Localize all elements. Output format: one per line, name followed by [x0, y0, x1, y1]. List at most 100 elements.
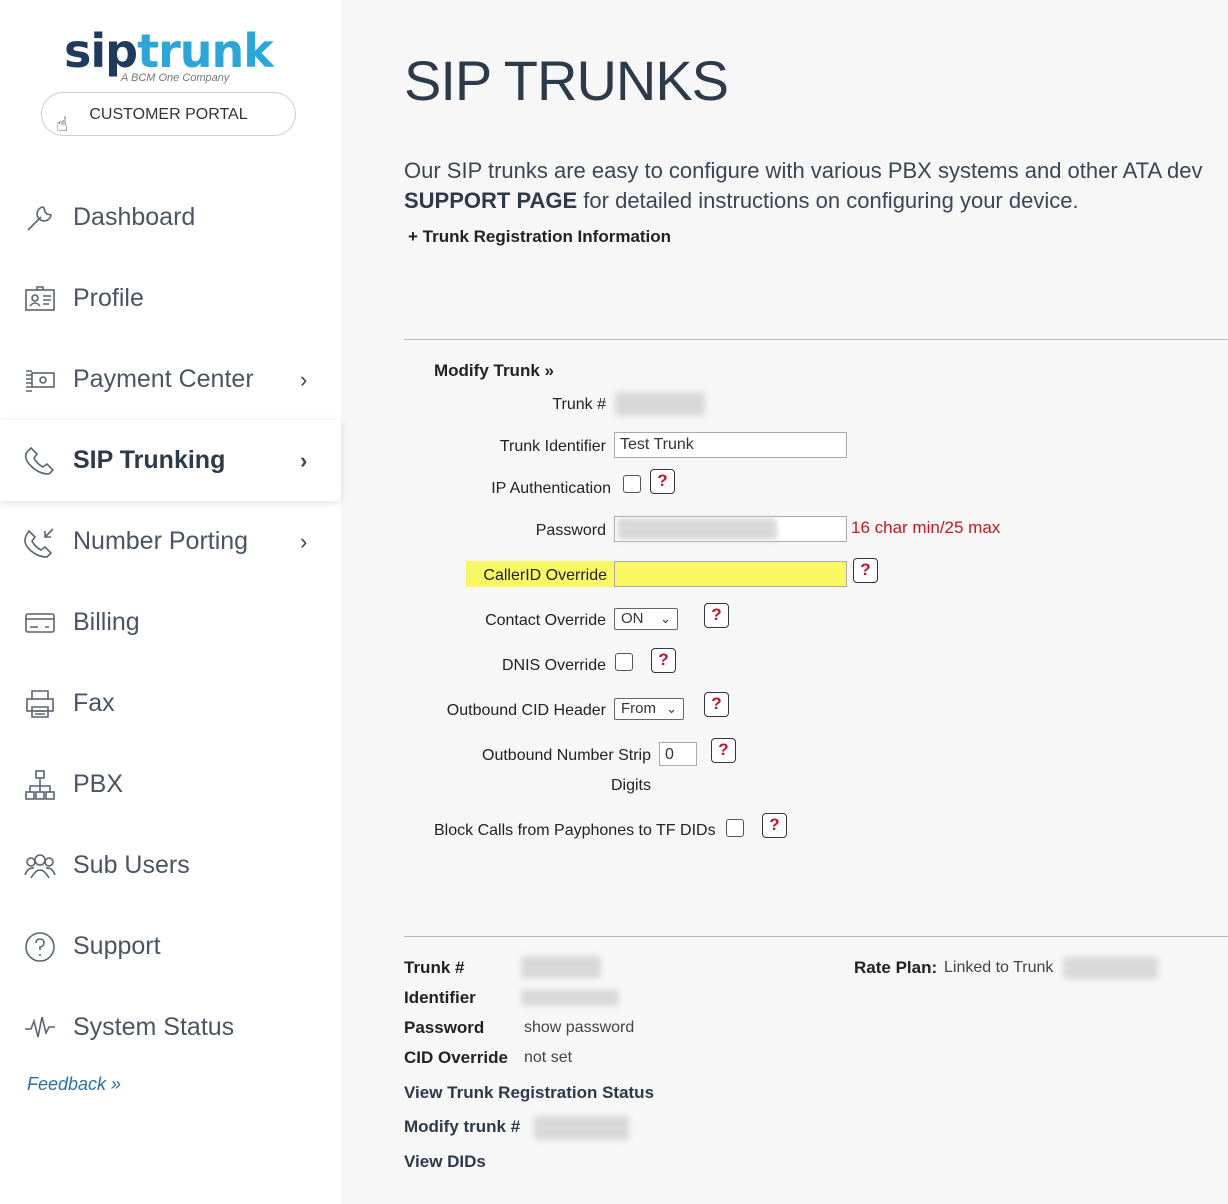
sidebar-item-label: Support	[73, 932, 161, 960]
logo-tagline: A BCM One Company	[121, 72, 230, 84]
modify-trunk-number-redacted	[534, 1116, 629, 1140]
chevron-right-icon: ›	[300, 528, 308, 554]
help-icon[interactable]: ?	[651, 648, 676, 673]
help-icon[interactable]: ?	[762, 813, 787, 838]
money-icon	[22, 362, 58, 398]
intro-line-1: Our SIP trunks are easy to configure wit…	[404, 158, 1203, 183]
modify-trunk-link[interactable]: Modify trunk #	[404, 1117, 520, 1137]
sidebar-item-sub-users[interactable]: Sub Users	[0, 825, 341, 906]
pulse-icon	[22, 1010, 58, 1046]
chevron-down-icon: ⌄	[660, 611, 671, 626]
sidebar-item-number-porting[interactable]: Number Porting ›	[0, 501, 341, 582]
outbound-number-strip-input[interactable]: 0	[659, 742, 697, 766]
callerid-override-input[interactable]	[614, 561, 847, 587]
ip-authentication-checkbox[interactable]	[623, 475, 641, 493]
sidebar-item-fax[interactable]: Fax	[0, 663, 341, 744]
block-payphones-checkbox[interactable]	[726, 819, 744, 837]
show-password-link[interactable]: show password	[524, 1019, 634, 1037]
sidebar-item-label: Payment Center	[73, 365, 254, 393]
password-length-hint: 16 char min/25 max	[851, 518, 1001, 537]
sidebar-item-billing[interactable]: Billing	[0, 582, 341, 663]
password-value-redacted	[617, 518, 777, 540]
network-icon	[22, 767, 58, 803]
block-payphones-label: Block Calls from Payphones to TF DIDs	[434, 822, 716, 839]
sidebar-item-system-status[interactable]: System Status	[0, 987, 341, 1068]
users-icon	[22, 848, 58, 884]
trunk-registration-info-toggle[interactable]: + Trunk Registration Information	[408, 227, 671, 247]
trunk-identifier-input[interactable]: Test Trunk	[614, 432, 847, 458]
sidebar-item-payment-center[interactable]: Payment Center ›	[0, 339, 341, 420]
view-trunk-registration-status-link[interactable]: View Trunk Registration Status	[404, 1083, 654, 1103]
sidebar-item-label: Fax	[73, 689, 115, 717]
sidebar-item-label: System Status	[73, 1013, 235, 1041]
outbound-number-strip-label: Outbound Number Strip	[482, 747, 651, 764]
summary-password-label: Password	[404, 1018, 485, 1037]
outbound-number-strip-label-2: Digits	[610, 777, 651, 794]
trunk-identifier-label: Trunk Identifier	[499, 438, 606, 455]
sidebar-item-label: SIP Trunking	[73, 446, 226, 474]
dnis-override-checkbox[interactable]	[615, 653, 633, 671]
sidebar-item-label: Billing	[73, 608, 140, 636]
trunk-number-value-redacted	[615, 392, 705, 416]
logo-trunk-text: trunk	[137, 24, 274, 78]
summary-cid-label: CID Override	[404, 1048, 508, 1067]
help-icon[interactable]: ?	[650, 469, 675, 494]
summary-identifier-label: Identifier	[404, 988, 476, 1007]
contact-override-select[interactable]: ON ⌄	[614, 608, 678, 630]
sidebar-item-label: Sub Users	[73, 851, 190, 879]
wrench-icon	[22, 200, 58, 236]
printer-icon	[22, 686, 58, 722]
chevron-right-icon: ›	[300, 447, 308, 473]
outbound-cid-header-select[interactable]: From ⌄	[614, 698, 684, 720]
sidebar-item-dashboard[interactable]: Dashboard	[0, 177, 341, 258]
rate-plan-trunk-redacted	[1063, 957, 1158, 979]
id-card-icon	[22, 281, 58, 317]
page-title: SIP TRUNKS	[404, 49, 729, 112]
help-icon[interactable]: ?	[853, 558, 878, 583]
intro-line-2: for detailed instructions on configuring…	[577, 188, 1079, 213]
sidebar-item-label: Profile	[73, 284, 144, 312]
contact-override-value: ON	[621, 610, 644, 627]
modify-trunk-heading: Modify Trunk »	[434, 361, 554, 380]
ip-authentication-label: IP Authentication	[491, 480, 611, 497]
credit-card-icon	[22, 605, 58, 641]
help-icon[interactable]: ?	[704, 603, 729, 628]
chevron-right-icon: ›	[300, 366, 308, 392]
sidebar-nav: Dashboard Profile Payment Center › SIP T…	[0, 177, 341, 1068]
outbound-cid-header-value: From	[621, 700, 656, 717]
sidebar: siptrunk A BCM One Company CUSTOMER PORT…	[0, 0, 341, 1204]
hand-cursor-icon: ☝	[56, 114, 69, 136]
trunk-number-label: Trunk #	[552, 396, 606, 413]
main-content: SIP TRUNKS Our SIP trunks are easy to co…	[341, 0, 1228, 1204]
view-dids-link[interactable]: View DIDs	[404, 1152, 486, 1172]
help-icon[interactable]: ?	[704, 692, 729, 717]
summary-cid-value: not set	[524, 1049, 573, 1066]
phone-icon	[22, 443, 58, 479]
dnis-override-label: DNIS Override	[501, 657, 606, 674]
intro-text: Our SIP trunks are easy to configure wit…	[404, 156, 1228, 216]
chevron-down-icon: ⌄	[666, 701, 677, 716]
sidebar-item-sip-trunking[interactable]: SIP Trunking ›	[0, 420, 341, 501]
sidebar-item-pbx[interactable]: PBX	[0, 744, 341, 825]
sidebar-item-profile[interactable]: Profile	[0, 258, 341, 339]
sidebar-item-label: PBX	[73, 770, 124, 798]
sidebar-item-label: Dashboard	[73, 203, 196, 231]
siptrunk-logo[interactable]: siptrunk A BCM One Company	[64, 28, 274, 88]
outbound-cid-header-label: Outbound CID Header	[446, 702, 606, 719]
question-circle-icon	[22, 929, 58, 965]
divider	[404, 936, 1228, 937]
sidebar-item-support[interactable]: Support	[0, 906, 341, 987]
rate-plan-value: Linked to Trunk	[944, 959, 1054, 976]
summary-trunk-value-redacted	[521, 956, 601, 978]
help-icon[interactable]: ?	[711, 738, 736, 763]
phone-incoming-icon	[22, 524, 58, 560]
contact-override-label: Contact Override	[485, 612, 606, 629]
password-label: Password	[535, 522, 606, 539]
customer-portal-button[interactable]: CUSTOMER PORTAL	[41, 92, 296, 136]
sidebar-item-label: Number Porting	[73, 527, 249, 555]
support-page-link[interactable]: SUPPORT PAGE	[404, 188, 577, 213]
summary-trunk-label: Trunk #	[404, 958, 465, 977]
divider	[404, 339, 1228, 340]
feedback-link[interactable]: Feedback »	[27, 1074, 121, 1095]
logo-sip-text: sip	[64, 24, 138, 78]
